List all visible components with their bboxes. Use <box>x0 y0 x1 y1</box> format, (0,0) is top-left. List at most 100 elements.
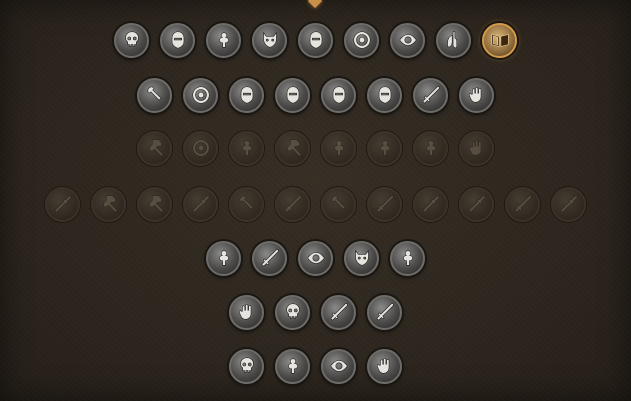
death-skull-icon <box>239 357 254 373</box>
perk-polearm[interactable] <box>413 186 448 222</box>
perk-bandaged-hand[interactable] <box>229 294 264 330</box>
knight-helm-icon <box>378 86 391 104</box>
perk-kick[interactable] <box>321 130 356 166</box>
boot-icon <box>218 250 229 266</box>
wolf-icon <box>262 31 277 48</box>
bomb-icon <box>241 140 252 156</box>
perk-row <box>0 238 631 278</box>
muscle-icon <box>218 32 229 48</box>
perk-arrows[interactable] <box>459 186 494 222</box>
lungs-icon <box>446 31 457 49</box>
perk-halberd[interactable] <box>183 186 218 222</box>
perk-throwing-axes[interactable] <box>321 186 356 222</box>
perk-armor-piece[interactable] <box>275 348 310 384</box>
perk-shield-bash[interactable] <box>183 77 218 113</box>
armor-piece-icon <box>287 358 298 374</box>
perk-parry[interactable] <box>183 130 218 166</box>
perk-heavy-blade[interactable] <box>367 294 402 330</box>
perk-hammer[interactable] <box>137 130 172 166</box>
skull-icon <box>124 31 139 47</box>
perk-eyepatch[interactable] <box>321 348 356 384</box>
perk-tree-panel <box>0 0 631 401</box>
twin-daggers-icon <box>329 303 348 321</box>
crossed-blades-icon <box>421 86 440 104</box>
perk-row <box>0 346 631 386</box>
perk-lungs[interactable] <box>436 22 471 58</box>
warrior-icon <box>309 31 322 49</box>
perk-iron-fist[interactable] <box>367 348 402 384</box>
perk-axe[interactable] <box>137 77 172 113</box>
perk-swirl[interactable] <box>344 22 379 58</box>
perk-beast-eye[interactable] <box>298 240 333 276</box>
perk-knight-helm[interactable] <box>367 77 402 113</box>
perk-twin-daggers[interactable] <box>321 294 356 330</box>
perk-spear[interactable] <box>45 186 80 222</box>
skull-crossbones-icon <box>285 303 300 319</box>
clover-icon <box>379 140 390 156</box>
axe-icon <box>146 86 161 101</box>
flail-icon <box>102 195 118 213</box>
crossbow-icon <box>559 195 578 213</box>
halberd-icon <box>191 195 210 213</box>
perk-mace[interactable] <box>137 186 172 222</box>
perk-eye[interactable] <box>390 22 425 58</box>
perk-row <box>0 128 631 168</box>
perk-skull-crossbones[interactable] <box>275 294 310 330</box>
hand-orb-icon <box>468 87 481 103</box>
spear-icon <box>53 195 72 213</box>
throwing-knives-icon <box>513 195 532 213</box>
scream-icon <box>332 86 345 104</box>
perk-dagger[interactable] <box>275 186 310 222</box>
dog-icon <box>354 249 369 266</box>
top-ornament-icon <box>307 0 323 9</box>
perk-bald-head[interactable] <box>275 77 310 113</box>
perk-book[interactable] <box>482 22 517 58</box>
perk-crossbow[interactable] <box>551 186 586 222</box>
mace-icon <box>148 195 164 213</box>
perk-skull[interactable] <box>114 22 149 58</box>
iron-fist-icon <box>376 358 389 374</box>
perk-bomb[interactable] <box>229 130 264 166</box>
fist-icon <box>468 140 481 156</box>
perk-crossed-blades[interactable] <box>413 77 448 113</box>
perk-blade-rush[interactable] <box>252 240 287 276</box>
perk-sword[interactable] <box>367 186 402 222</box>
parry-icon <box>192 139 209 157</box>
perk-row <box>0 292 631 332</box>
perk-dog[interactable] <box>344 240 379 276</box>
perk-fist[interactable] <box>459 130 494 166</box>
perk-warrior[interactable] <box>298 22 333 58</box>
perk-scream[interactable] <box>321 77 356 113</box>
footprints-icon <box>402 250 413 266</box>
perk-muscle[interactable] <box>206 22 241 58</box>
perk-hand-orb[interactable] <box>459 77 494 113</box>
dagger-icon <box>283 195 302 213</box>
perk-anvil[interactable] <box>275 130 310 166</box>
blade-rush-icon <box>260 249 279 267</box>
bandaged-hand-icon <box>238 304 251 320</box>
perk-horn[interactable] <box>413 130 448 166</box>
perk-helmet[interactable] <box>160 22 195 58</box>
perk-flail[interactable] <box>91 186 126 222</box>
perk-throwing-knives[interactable] <box>505 186 540 222</box>
shield-bash-icon <box>192 86 209 104</box>
kick-icon <box>333 140 344 156</box>
perk-death-skull[interactable] <box>229 348 264 384</box>
perk-masked-face[interactable] <box>229 77 264 113</box>
cleaver-icon <box>238 195 253 210</box>
perk-boot[interactable] <box>206 240 241 276</box>
anvil-icon <box>286 139 302 157</box>
perk-wolf[interactable] <box>252 22 287 58</box>
horn-icon <box>425 140 436 156</box>
perk-row <box>0 75 631 115</box>
polearm-icon <box>421 195 440 213</box>
perk-row <box>0 20 631 60</box>
eyepatch-icon <box>329 360 348 372</box>
perk-clover[interactable] <box>367 130 402 166</box>
arrows-icon <box>467 195 486 213</box>
throwing-axes-icon <box>330 195 345 210</box>
perk-footprints[interactable] <box>390 240 425 276</box>
perk-cleaver[interactable] <box>229 186 264 222</box>
bald-head-icon <box>286 86 299 104</box>
sword-icon <box>375 195 394 213</box>
